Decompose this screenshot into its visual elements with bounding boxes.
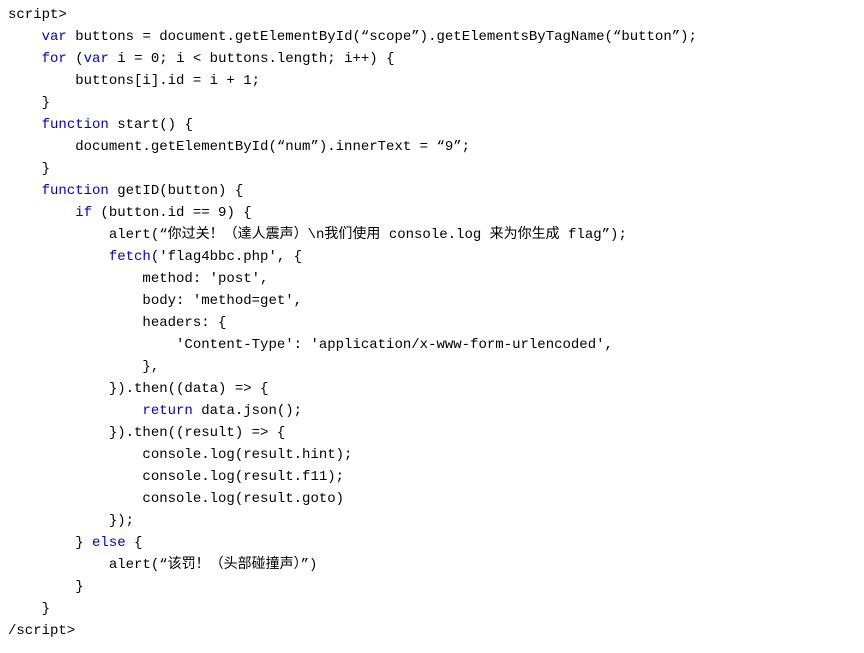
code-viewer: script> var buttons = document.getElemen… xyxy=(0,0,864,653)
code-line-6: function start() { xyxy=(0,114,864,136)
code-line-8: } xyxy=(0,158,864,180)
code-line-21: console.log(result.hint); xyxy=(0,444,864,466)
code-line-3: for (var i = 0; i < buttons.length; i++)… xyxy=(0,48,864,70)
code-line-29: /script> xyxy=(0,620,864,642)
code-line-9: function getID(button) { xyxy=(0,180,864,202)
code-line-11: alert(“你过关！（達人震声）\n我们使用 console.log 来为你生… xyxy=(0,224,864,246)
code-line-25: } else { xyxy=(0,532,864,554)
code-line-15: headers: { xyxy=(0,312,864,334)
code-line-4: buttons[i].id = i + 1; xyxy=(0,70,864,92)
code-line-27: } xyxy=(0,576,864,598)
code-line-13: method: 'post', xyxy=(0,268,864,290)
code-line-1: script> xyxy=(0,4,864,26)
code-line-16: 'Content-Type': 'application/x-www-form-… xyxy=(0,334,864,356)
code-line-26: alert(“该罚！（头部碰撞声）”) xyxy=(0,554,864,576)
code-line-7: document.getElementById(“num”).innerText… xyxy=(0,136,864,158)
code-line-10: if (button.id == 9) { xyxy=(0,202,864,224)
code-line-2: var buttons = document.getElementById(“s… xyxy=(0,26,864,48)
code-line-22: console.log(result.f11); xyxy=(0,466,864,488)
code-line-14: body: 'method=get', xyxy=(0,290,864,312)
code-line-28: } xyxy=(0,598,864,620)
code-line-5: } xyxy=(0,92,864,114)
code-line-12: fetch('flag4bbc.php', { xyxy=(0,246,864,268)
code-line-24: }); xyxy=(0,510,864,532)
code-line-23: console.log(result.goto) xyxy=(0,488,864,510)
code-line-17: }, xyxy=(0,356,864,378)
code-line-18: }).then((data) => { xyxy=(0,378,864,400)
code-line-19: return data.json(); xyxy=(0,400,864,422)
code-line-20: }).then((result) => { xyxy=(0,422,864,444)
